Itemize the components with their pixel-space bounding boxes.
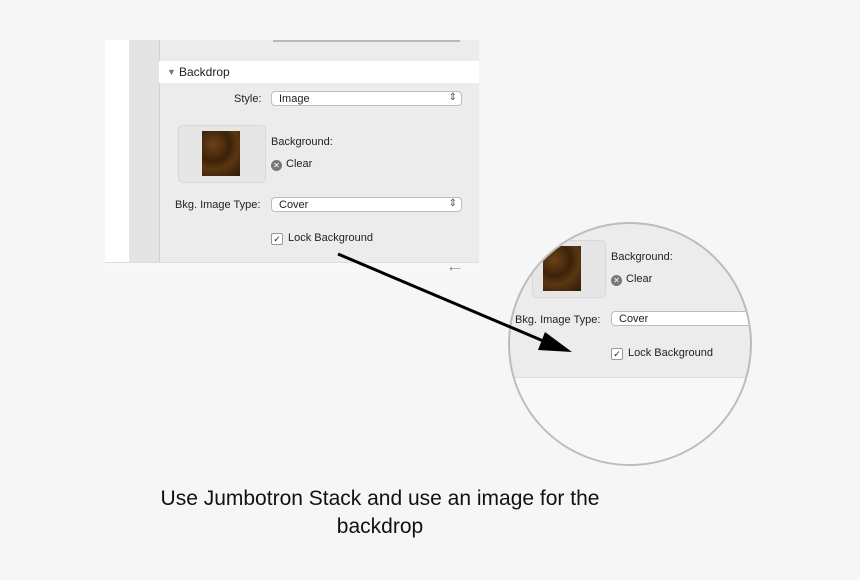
- arrow-shaft: [337, 252, 549, 345]
- arrow-head-icon: [538, 332, 572, 352]
- caption-line-2: backdrop: [336, 515, 424, 538]
- caption-line-1: Use Jumbotron Stack and use an image for…: [160, 487, 600, 510]
- caption: Use Jumbotron Stack and use an image for…: [100, 485, 660, 541]
